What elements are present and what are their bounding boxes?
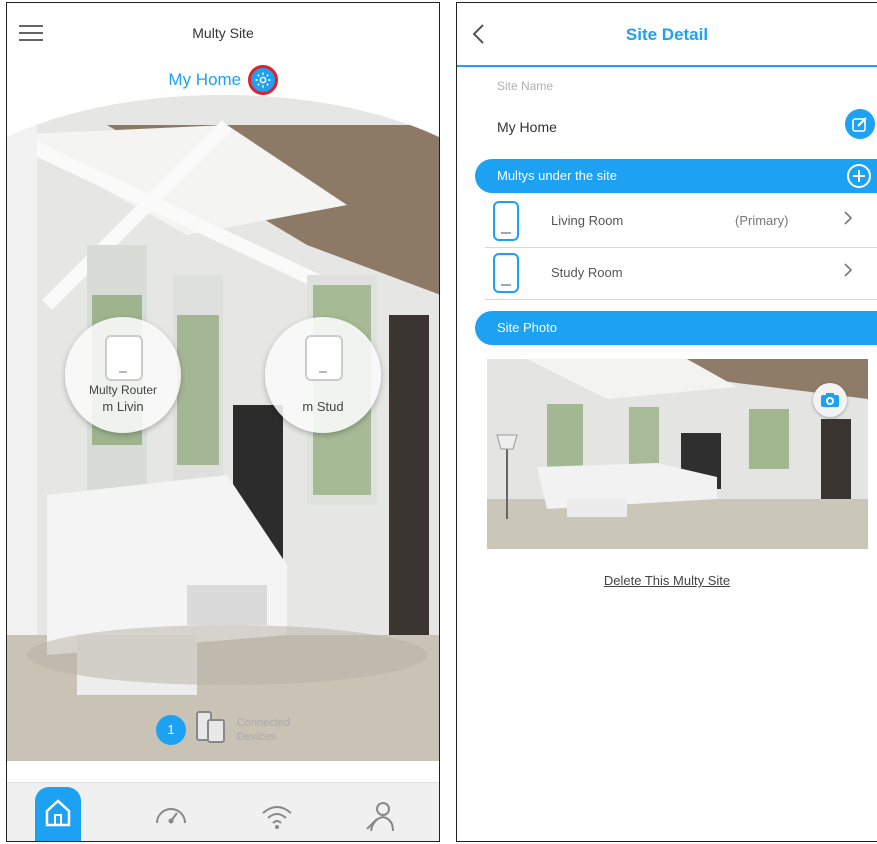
multy-name: Living Room xyxy=(551,213,624,228)
room-photo xyxy=(7,95,439,761)
edit-site-name-button[interactable] xyxy=(845,109,875,139)
user-icon[interactable] xyxy=(357,793,401,837)
router-icon xyxy=(493,201,519,241)
header: Site Detail xyxy=(457,3,877,67)
site-photo-section-header: Site Photo xyxy=(475,311,877,345)
site-name-label: Site Name xyxy=(497,79,554,93)
edit-icon xyxy=(852,117,867,132)
chevron-right-icon xyxy=(843,262,853,283)
devices-icon xyxy=(196,710,226,749)
router-icon xyxy=(305,335,343,381)
site-photo xyxy=(487,359,868,549)
multy-role: (Primary) xyxy=(735,213,789,228)
add-multy-button[interactable] xyxy=(847,164,871,188)
multy-row-living-room[interactable]: Living Room (Primary) xyxy=(485,197,877,248)
site-name-value: My Home xyxy=(497,119,557,135)
router-icon xyxy=(493,253,519,293)
device-bubble-living-room[interactable]: Multy Router m Livin xyxy=(65,317,181,433)
multy-row-study-room[interactable]: Study Room xyxy=(485,249,877,300)
device-bubble-study-room[interactable]: m Stud xyxy=(265,317,381,433)
wifi-icon[interactable] xyxy=(255,793,299,837)
device-room: m Stud xyxy=(302,399,344,414)
connected-label: Connected Devices xyxy=(237,716,290,744)
delete-site-link[interactable]: Delete This Multy Site xyxy=(457,573,877,588)
site-photo-section-title: Site Photo xyxy=(497,320,557,335)
device-room: m Livin xyxy=(102,399,144,414)
speedometer-icon[interactable] xyxy=(149,793,193,837)
site-selector: My Home xyxy=(7,65,439,95)
multys-section-header: Multys under the site xyxy=(475,159,877,193)
multy-name: Study Room xyxy=(551,265,623,280)
room-view: Multy Router m Livin m Stud xyxy=(7,95,439,761)
page-title: Site Detail xyxy=(625,25,709,44)
site-name[interactable]: My Home xyxy=(168,70,241,89)
settings-gear-icon[interactable] xyxy=(247,65,278,95)
connected-label-2: Devices xyxy=(236,730,276,743)
home-icon[interactable] xyxy=(35,787,81,841)
connected-devices[interactable]: 1 Connected Devices xyxy=(7,710,439,760)
multys-section-title: Multys under the site xyxy=(497,168,617,183)
camera-button[interactable] xyxy=(813,383,847,417)
multy-site-screen: Multy Site My Home Multy Router m Livin … xyxy=(6,2,440,842)
chevron-right-icon xyxy=(843,210,853,231)
connected-label-1: Connected xyxy=(236,716,291,729)
camera-icon xyxy=(821,393,839,407)
bottom-nav xyxy=(7,782,439,841)
site-detail-screen: Site Detail Site Name My Home Multys und… xyxy=(456,2,877,842)
device-label: Multy Router xyxy=(88,383,158,397)
connected-count: 1 xyxy=(155,714,186,745)
router-icon xyxy=(105,335,143,381)
page-title: Multy Site xyxy=(192,25,254,41)
